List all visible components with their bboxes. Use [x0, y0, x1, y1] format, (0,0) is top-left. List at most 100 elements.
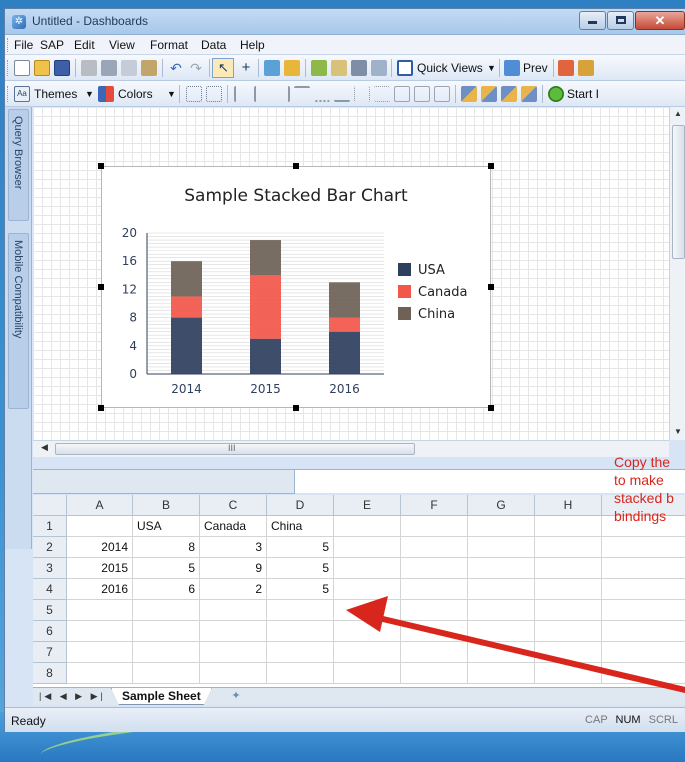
sheet-cell[interactable] [334, 600, 401, 621]
resize-handle[interactable] [293, 405, 299, 411]
sheet-cell[interactable] [67, 600, 133, 621]
copy-icon[interactable] [121, 60, 137, 76]
row-header[interactable]: 6 [33, 621, 67, 642]
sheet-cell[interactable] [401, 600, 468, 621]
menu-edit[interactable]: Edit [74, 38, 95, 52]
sheet-cell[interactable] [535, 663, 602, 684]
zoom-icon[interactable] [371, 60, 387, 76]
sheet-cell[interactable]: Canada [200, 516, 267, 537]
resize-handle[interactable] [293, 163, 299, 169]
quick-views-button[interactable]: Quick Views [417, 61, 483, 75]
sheet-cell[interactable] [535, 621, 602, 642]
sheet-cell[interactable] [602, 621, 685, 642]
import-spreadsheet-icon[interactable] [264, 60, 280, 76]
resize-handle[interactable] [488, 405, 494, 411]
sheet-cell[interactable] [401, 516, 468, 537]
resize-handle[interactable] [488, 284, 494, 290]
save-icon[interactable] [54, 60, 70, 76]
row-header[interactable]: 7 [33, 642, 67, 663]
column-header-h[interactable]: H [535, 495, 602, 516]
crosshair-icon[interactable]: + [238, 60, 254, 76]
row-header[interactable]: 3 [33, 558, 67, 579]
sheet-cell[interactable]: 5 [267, 579, 334, 600]
design-canvas[interactable]: Sample Stacked Bar Chart 0 4 8 12 16 20 2014 201… [33, 107, 669, 440]
tab-query-browser[interactable]: Query Browser [8, 109, 29, 221]
ungroup-icon[interactable] [206, 86, 222, 102]
menu-sap[interactable]: SAP [40, 38, 64, 52]
sheet-cell[interactable] [468, 579, 535, 600]
new-sheet-icon[interactable]: ✦ [223, 689, 249, 705]
row-header[interactable]: 5 [33, 600, 67, 621]
tab-mobile-compatibility[interactable]: Mobile Compatibility [8, 233, 29, 409]
export-icon[interactable] [311, 60, 327, 76]
sheet-cell[interactable] [267, 621, 334, 642]
sheet-cell[interactable] [133, 663, 200, 684]
sheet-cell[interactable] [535, 537, 602, 558]
sheet-cell[interactable] [535, 516, 602, 537]
align-right-icon[interactable] [274, 86, 290, 102]
sheet-cell[interactable] [535, 642, 602, 663]
open-folder-icon[interactable] [34, 60, 50, 76]
sheet-cell[interactable] [334, 621, 401, 642]
sheet-cell[interactable]: 2 [200, 579, 267, 600]
sheet-cell[interactable] [468, 621, 535, 642]
sheet-cell[interactable] [267, 642, 334, 663]
sheet-cell[interactable]: 5 [133, 558, 200, 579]
sap-export-icon[interactable] [558, 60, 574, 76]
column-header-g[interactable]: G [468, 495, 535, 516]
sheet-cell[interactable] [67, 621, 133, 642]
sheet-cell[interactable] [200, 621, 267, 642]
sheet-cell[interactable] [468, 642, 535, 663]
send-to-back-icon[interactable] [481, 86, 497, 102]
sheet-cell[interactable]: 6 [133, 579, 200, 600]
row-header[interactable]: 2 [33, 537, 67, 558]
sheet-cell[interactable] [468, 558, 535, 579]
row-header[interactable]: 8 [33, 663, 67, 684]
distribute-vertical-icon[interactable] [374, 86, 390, 102]
row-header[interactable]: 4 [33, 579, 67, 600]
print-icon[interactable] [81, 60, 97, 76]
resize-handle[interactable] [98, 284, 104, 290]
sheet-cell[interactable]: 5 [267, 558, 334, 579]
new-document-icon[interactable] [14, 60, 30, 76]
sheet-cell[interactable]: USA [133, 516, 200, 537]
sheet-cell[interactable] [200, 600, 267, 621]
same-size-icon[interactable] [434, 86, 450, 102]
sheet-cell[interactable] [334, 642, 401, 663]
sheet-cell[interactable] [401, 537, 468, 558]
publish-icon[interactable] [331, 60, 347, 76]
sheet-cell[interactable] [334, 579, 401, 600]
column-header-e[interactable]: E [334, 495, 401, 516]
layout-icon[interactable] [351, 60, 367, 76]
embedded-spreadsheet[interactable]: A B C D E F G H 1 USA Canada China 2 2014 8 3 5 3 2015 5 9 5 4… [33, 495, 685, 687]
row-header[interactable]: 1 [33, 516, 67, 537]
sheet-cell[interactable] [468, 516, 535, 537]
minimize-button[interactable] [579, 11, 606, 30]
sheet-cell[interactable]: 9 [200, 558, 267, 579]
sheet-cell[interactable] [602, 579, 685, 600]
align-center-icon[interactable] [254, 86, 270, 102]
chevron-down-icon[interactable]: ▼ [85, 89, 94, 99]
preview-button[interactable]: Prev [523, 61, 548, 75]
scroll-thumb[interactable]: III [55, 443, 415, 455]
distribute-horizontal-icon[interactable] [354, 86, 370, 102]
sheet-cell[interactable]: China [267, 516, 334, 537]
scroll-left-icon[interactable]: ◀ [41, 442, 48, 453]
column-header-f[interactable]: F [401, 495, 468, 516]
sheet-cell[interactable] [468, 663, 535, 684]
bring-forward-icon[interactable] [501, 86, 517, 102]
align-top-icon[interactable] [294, 86, 310, 102]
sheet-cell[interactable]: 3 [200, 537, 267, 558]
align-middle-icon[interactable] [314, 86, 330, 102]
sheet-cell[interactable] [401, 642, 468, 663]
sheet-tab-sample[interactable]: Sample Sheet [111, 688, 212, 705]
close-button[interactable]: ✕ [635, 11, 685, 30]
canvas-vertical-scrollbar[interactable]: ▲ ▼ [669, 107, 685, 440]
resize-handle[interactable] [488, 163, 494, 169]
sheet-cell[interactable] [133, 621, 200, 642]
menu-view[interactable]: View [109, 38, 135, 52]
stacked-bar-chart[interactable]: Sample Stacked Bar Chart 0 4 8 12 16 20 2014 201… [101, 166, 491, 408]
sheet-cell[interactable]: 5 [267, 537, 334, 558]
align-left-icon[interactable] [234, 86, 250, 102]
sheet-cell[interactable] [468, 537, 535, 558]
